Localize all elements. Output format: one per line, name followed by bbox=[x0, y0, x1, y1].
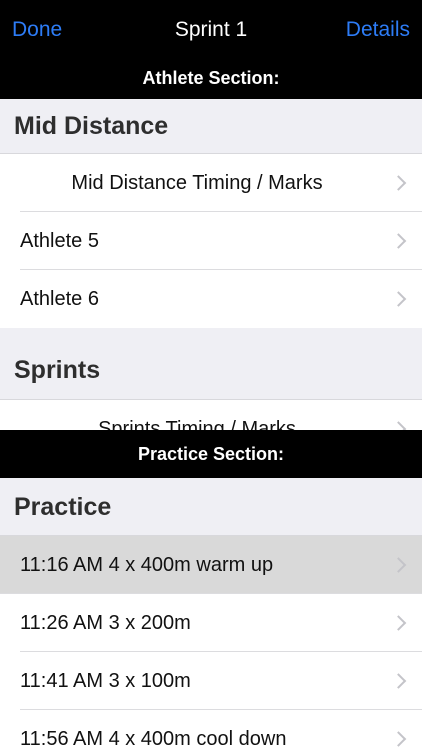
list-item-practice-2[interactable]: 11:26 AM 3 x 200m bbox=[0, 594, 422, 652]
chevron-right-icon bbox=[390, 673, 407, 689]
list-item-sprints-timing[interactable]: Sprints Timing / Marks bbox=[0, 400, 422, 430]
chevron-right-icon bbox=[390, 291, 407, 307]
list-item-mid-distance-timing[interactable]: Mid Distance Timing / Marks bbox=[0, 154, 422, 212]
list-item-label: Athlete 6 bbox=[20, 288, 99, 310]
list-item-practice-3[interactable]: 11:41 AM 3 x 100m bbox=[0, 652, 422, 710]
navigation-bar: Done Sprint 1 Details bbox=[0, 0, 422, 60]
chevron-right-icon bbox=[390, 615, 407, 631]
group-header-practice: Practice bbox=[0, 478, 422, 536]
group-header-mid-distance: Mid Distance bbox=[0, 99, 422, 154]
list-item-label: Mid Distance Timing / Marks bbox=[71, 172, 323, 194]
athlete-section-bar: Athlete Section: bbox=[0, 60, 422, 99]
chevron-right-icon bbox=[390, 557, 407, 573]
chevron-right-icon bbox=[390, 175, 407, 191]
practice-list[interactable]: Practice 11:16 AM 4 x 400m warm up 11:26… bbox=[0, 478, 422, 750]
list-item-label: Athlete 5 bbox=[20, 230, 99, 252]
list-item-athlete-5[interactable]: Athlete 5 bbox=[0, 212, 422, 270]
list-item-label: 11:16 AM 4 x 400m warm up bbox=[20, 554, 274, 576]
details-button[interactable]: Details bbox=[346, 16, 410, 44]
list-item-athlete-6[interactable]: Athlete 6 bbox=[0, 270, 422, 328]
list-item-label: 11:41 AM 3 x 100m bbox=[20, 670, 191, 692]
athlete-list[interactable]: Mid Distance Mid Distance Timing / Marks… bbox=[0, 99, 422, 430]
list-item-label: Sprints Timing / Marks bbox=[98, 418, 296, 430]
chevron-right-icon bbox=[390, 233, 407, 249]
practice-section-bar: Practice Section: bbox=[0, 430, 422, 478]
list-item-label: 11:56 AM 4 x 400m cool down bbox=[20, 728, 287, 750]
chevron-right-icon bbox=[390, 421, 407, 430]
list-item-label: 11:26 AM 3 x 200m bbox=[20, 612, 191, 634]
group-header-sprints: Sprints bbox=[0, 328, 422, 400]
list-item-practice-4[interactable]: 11:56 AM 4 x 400m cool down bbox=[0, 710, 422, 750]
chevron-right-icon bbox=[390, 731, 407, 747]
list-item-practice-1[interactable]: 11:16 AM 4 x 400m warm up bbox=[0, 536, 422, 594]
